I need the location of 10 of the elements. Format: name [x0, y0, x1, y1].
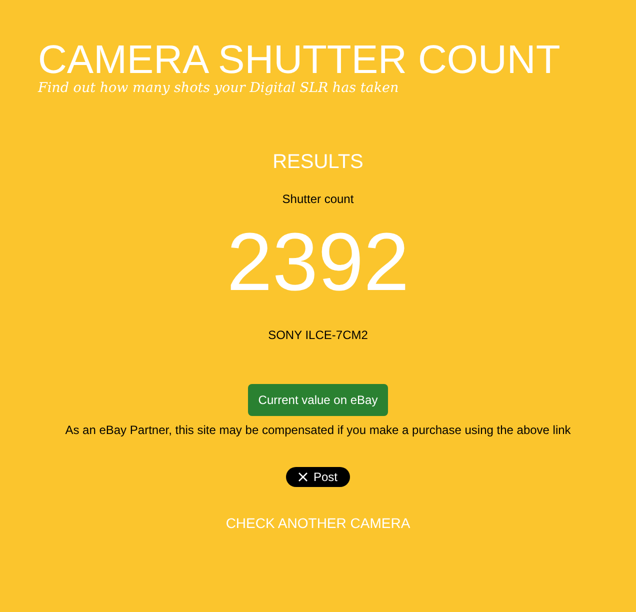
post-button[interactable]: Post — [286, 467, 350, 487]
ebay-value-button[interactable]: Current value on eBay — [248, 384, 388, 416]
affiliate-disclaimer: As an eBay Partner, this site may be compensated if you make a purchase using the above link — [65, 423, 571, 437]
site-tagline: Find out how many shots your Digital SLR has taken — [38, 80, 399, 96]
site-title: CAMERA SHUTTER COUNT — [38, 38, 560, 82]
shutter-count-label: Shutter count — [282, 192, 354, 206]
x-logo-icon — [298, 472, 308, 482]
shutter-count-value: 2392 — [226, 218, 410, 308]
results-heading: RESULTS — [272, 151, 364, 174]
camera-model: SONY ILCE-7CM2 — [268, 328, 368, 342]
